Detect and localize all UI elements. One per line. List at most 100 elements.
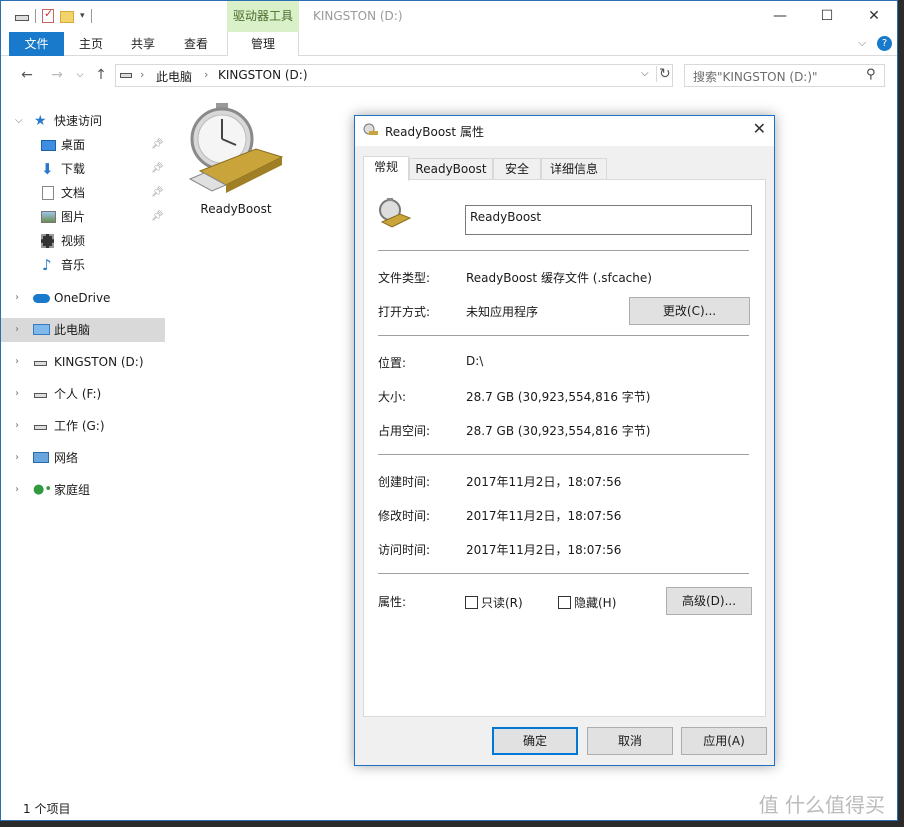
- breadcrumb-this-pc[interactable]: 此电脑: [156, 68, 192, 85]
- navigation-pane: ⌵ ★ 快速访问 桌面 📌︎ ⬇ 下载 📌︎ 文档 📌︎ 图片 📌︎ 视频 ♪ …: [1, 101, 167, 791]
- size-on-disk-label: 占用空间:: [378, 424, 431, 438]
- expand-arrow-icon[interactable]: ›: [15, 286, 19, 310]
- pin-icon[interactable]: 📌︎: [151, 133, 164, 157]
- search-placeholder: 搜索"KINGSTON (D:)": [693, 70, 818, 84]
- location-label: 位置:: [378, 356, 407, 370]
- nav-label: 文档: [61, 186, 86, 200]
- pin-icon[interactable]: 📌︎: [151, 205, 164, 229]
- pin-icon[interactable]: 📌︎: [151, 157, 164, 181]
- tab-general[interactable]: 常规: [363, 156, 409, 181]
- drive-icon: [34, 393, 47, 398]
- nav-label: 工作 (G:): [54, 419, 105, 433]
- nav-network[interactable]: › 网络: [1, 446, 165, 470]
- tab-details[interactable]: 详细信息: [541, 158, 607, 180]
- nav-label: 快速访问: [54, 114, 103, 128]
- search-icon[interactable]: ⚲: [866, 67, 876, 82]
- drive-icon: [15, 15, 29, 21]
- nav-downloads[interactable]: ⬇ 下载 📌︎: [1, 157, 165, 181]
- dialog-title-bar: ReadyBoost 属性 ✕: [355, 116, 774, 146]
- tab-view[interactable]: 查看: [174, 32, 218, 56]
- nav-music[interactable]: ♪ 音乐: [1, 253, 165, 277]
- chevron-right-icon[interactable]: ›: [140, 68, 144, 81]
- tab-file[interactable]: 文件: [9, 32, 64, 56]
- tab-security[interactable]: 安全: [493, 158, 541, 180]
- ok-button[interactable]: 确定: [492, 727, 578, 755]
- expand-arrow-icon[interactable]: ›: [15, 382, 19, 406]
- expand-arrow-icon[interactable]: ›: [15, 414, 19, 438]
- minimize-button[interactable]: —: [757, 1, 803, 32]
- expand-ribbon-icon[interactable]: ⌵: [858, 36, 866, 50]
- readonly-checkbox[interactable]: [465, 596, 478, 609]
- nav-desktop[interactable]: 桌面 📌︎: [1, 133, 165, 157]
- back-arrow-icon[interactable]: ←: [17, 65, 37, 85]
- file-name: ReadyBoost: [200, 202, 272, 216]
- forward-arrow-icon[interactable]: →: [47, 65, 67, 85]
- divider: [378, 454, 749, 455]
- readonly-label[interactable]: 只读(R): [481, 594, 523, 611]
- nav-pictures[interactable]: 图片 📌︎: [1, 205, 165, 229]
- refresh-icon[interactable]: ↻: [656, 66, 671, 82]
- file-type-label: 文件类型:: [378, 271, 431, 285]
- tab-home[interactable]: 主页: [69, 32, 113, 56]
- name-field[interactable]: ReadyBoost: [465, 205, 752, 235]
- created-label: 创建时间:: [378, 475, 431, 489]
- maximize-button[interactable]: ☐: [804, 1, 850, 32]
- size-label: 大小:: [378, 390, 407, 404]
- drive-tools-context-title: 驱动器工具: [227, 1, 299, 32]
- tab-share[interactable]: 共享: [121, 32, 165, 56]
- readyboost-icon: [363, 123, 379, 137]
- nav-label: 下载: [61, 162, 86, 176]
- recent-locations-icon[interactable]: ⌵: [70, 65, 90, 85]
- dialog-close-icon[interactable]: ✕: [753, 119, 766, 138]
- change-button[interactable]: 更改(C)...: [629, 297, 750, 325]
- address-bar[interactable]: › 此电脑 › KINGSTON (D:) ⌵ ↻: [115, 64, 673, 87]
- modified-label: 修改时间:: [378, 509, 431, 523]
- download-arrow-icon: ⬇: [41, 160, 54, 178]
- opens-with-label: 打开方式:: [378, 305, 431, 319]
- hidden-checkbox[interactable]: [558, 596, 571, 609]
- new-folder-icon[interactable]: [60, 10, 74, 23]
- drive-icon: [120, 73, 132, 78]
- customize-qat-icon[interactable]: ▾: [80, 11, 85, 21]
- nav-onedrive[interactable]: › OneDrive: [1, 286, 165, 310]
- nav-videos[interactable]: 视频: [1, 229, 165, 253]
- size-on-disk-value: 28.7 GB (30,923,554,816 字节): [466, 424, 651, 438]
- expand-arrow-icon[interactable]: ›: [15, 350, 19, 374]
- advanced-button[interactable]: 高级(D)...: [666, 587, 752, 615]
- nav-label: KINGSTON (D:): [54, 355, 144, 369]
- expand-arrow-icon[interactable]: ›: [15, 478, 19, 502]
- drive-icon: [34, 425, 47, 430]
- nav-homegroup[interactable]: › ●• 家庭组: [1, 478, 165, 502]
- tab-readyboost[interactable]: ReadyBoost: [409, 158, 493, 180]
- expand-arrow-icon[interactable]: ⌵: [15, 109, 23, 133]
- pin-icon[interactable]: 📌︎: [151, 181, 164, 205]
- nav-label: OneDrive: [54, 291, 111, 305]
- chevron-right-icon[interactable]: ›: [204, 68, 208, 81]
- search-box[interactable]: 搜索"KINGSTON (D:)" ⚲: [684, 64, 885, 87]
- apply-button[interactable]: 应用(A): [681, 727, 767, 755]
- expand-arrow-icon[interactable]: ›: [15, 446, 19, 470]
- divider: [378, 573, 749, 574]
- breadcrumb-drive[interactable]: KINGSTON (D:): [218, 68, 308, 82]
- expand-arrow-icon[interactable]: ›: [15, 318, 19, 342]
- nav-drive-g[interactable]: › 工作 (G:): [1, 414, 165, 438]
- nav-quick-access[interactable]: ⌵ ★ 快速访问: [1, 109, 165, 133]
- address-dropdown-icon[interactable]: ⌵: [641, 68, 649, 79]
- properties-icon[interactable]: [42, 7, 54, 23]
- nav-label: 桌面: [61, 138, 86, 152]
- hidden-label[interactable]: 隐藏(H): [574, 594, 616, 611]
- nav-drive-f[interactable]: › 个人 (F:): [1, 382, 165, 406]
- help-icon[interactable]: ?: [877, 36, 892, 51]
- close-button[interactable]: ✕: [851, 1, 897, 32]
- up-arrow-icon[interactable]: ↑: [91, 65, 111, 85]
- file-type-value: ReadyBoost 缓存文件 (.sfcache): [466, 271, 652, 285]
- nav-label: 音乐: [61, 258, 86, 272]
- watermark: 值 什么值得买: [758, 793, 885, 817]
- status-item-count: 1 个项目: [23, 802, 71, 816]
- nav-documents[interactable]: 文档 📌︎: [1, 181, 165, 205]
- cancel-button[interactable]: 取消: [587, 727, 673, 755]
- file-item-readyboost[interactable]: ReadyBoost: [183, 101, 289, 221]
- nav-drive-d[interactable]: › KINGSTON (D:): [1, 350, 165, 374]
- tab-manage[interactable]: 管理: [227, 32, 299, 56]
- nav-this-pc[interactable]: › 此电脑: [1, 318, 165, 342]
